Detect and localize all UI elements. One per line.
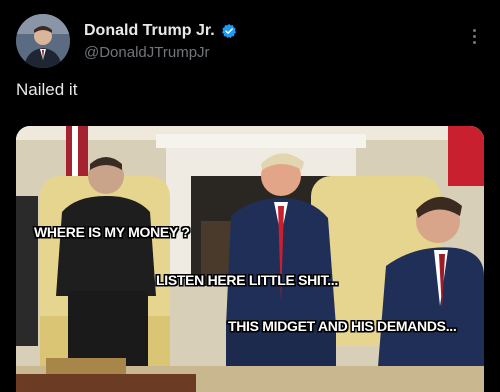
- post-media[interactable]: WHERE IS MY MONEY ? LISTEN HERE LITTLE S…: [16, 126, 484, 392]
- verified-badge-icon: [221, 23, 237, 39]
- meme-caption-2: LISTEN HERE LITTLE SHIT...: [156, 272, 338, 288]
- handle[interactable]: @DonaldJTrumpJr: [84, 44, 237, 61]
- meme-photo: [16, 126, 484, 392]
- post-text: Nailed it: [16, 80, 78, 99]
- avatar-image: [16, 14, 70, 68]
- display-name[interactable]: Donald Trump Jr.: [84, 22, 215, 40]
- meme-caption-1: WHERE IS MY MONEY ?: [34, 224, 190, 240]
- avatar[interactable]: [16, 14, 70, 68]
- author-names: Donald Trump Jr. @DonaldJTrumpJr: [84, 22, 237, 61]
- display-name-row: Donald Trump Jr.: [84, 22, 237, 40]
- more-options-icon[interactable]: [464, 24, 484, 48]
- post-header: Donald Trump Jr. @DonaldJTrumpJr: [16, 14, 484, 70]
- meme-caption-3: THIS MIDGET AND HIS DEMANDS...: [228, 318, 457, 334]
